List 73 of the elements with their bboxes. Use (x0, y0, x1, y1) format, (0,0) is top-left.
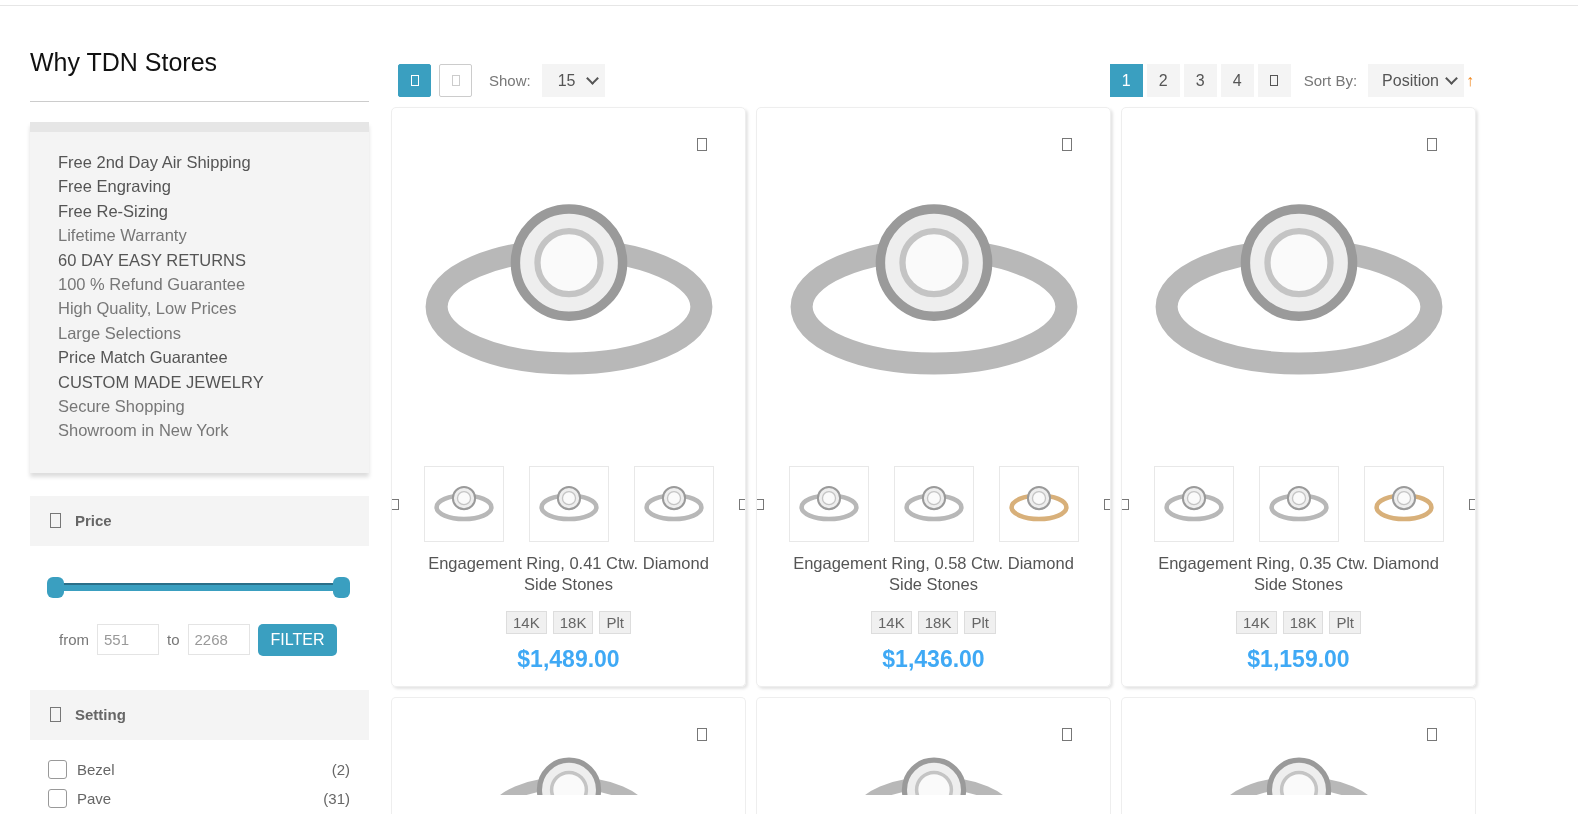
metal-option[interactable]: 18K (1282, 611, 1324, 634)
thumbnail[interactable] (423, 466, 504, 542)
product-card[interactable] (756, 697, 1111, 814)
filter-button[interactable]: FILTER (257, 623, 338, 656)
filter-header[interactable]: Price (30, 495, 369, 546)
product-card[interactable]: Engagement Ring, 0.35 Ctw. Diamond Side Stones 14K 18K Plt $1,159.00 (1121, 107, 1476, 687)
thumbnail[interactable] (1363, 466, 1444, 542)
slider-handle[interactable] (332, 576, 350, 598)
page-button[interactable]: 1 (1109, 64, 1143, 97)
product-price: $1,159.00 (1247, 646, 1350, 673)
view-mode-button[interactable] (439, 64, 472, 97)
checkbox[interactable] (48, 759, 67, 779)
sort-label: Sort By: (1303, 72, 1358, 89)
page-size-dropdown[interactable]: 15 (541, 64, 605, 97)
product-card[interactable] (391, 697, 746, 814)
feature-text: Showroom in New York (58, 420, 230, 442)
feature-text: High Quality, Low Prices (58, 298, 238, 320)
filter-title: Price (75, 512, 112, 530)
product-price: $1,489.00 (517, 646, 620, 673)
feature-text: 100 % Refund Guarantee (58, 274, 247, 296)
feature-text: Secure Shopping (58, 396, 186, 418)
metal-option[interactable]: 18K (552, 611, 594, 634)
feature-text: 60 DAY EASY RETURNS (58, 249, 247, 271)
min-price-field[interactable]: 551 (97, 624, 159, 656)
option-count: (2) (331, 760, 350, 778)
feature-text: Free Re-Sizing (58, 200, 170, 222)
metal-option[interactable]: 14K (506, 611, 547, 634)
square-icon (50, 707, 61, 723)
product-title[interactable]: Engagement Ring, 0.58 Ctw. Diamond Side Stones (778, 553, 1089, 595)
filter-title: Setting (75, 706, 126, 724)
metal-option[interactable]: Plt (599, 611, 631, 634)
metal-option[interactable]: Plt (964, 611, 996, 634)
metal-option[interactable]: Plt (1329, 611, 1361, 634)
from-label: from (59, 631, 89, 649)
square-icon (50, 513, 61, 529)
sidebar-title: Why TDN Stores (30, 47, 219, 78)
thumbnail[interactable] (633, 466, 714, 542)
thumbnail[interactable] (893, 466, 974, 542)
thumbnail[interactable] (1153, 466, 1234, 542)
to-label: to (167, 631, 180, 649)
feature-text: Lifetime Warranty (58, 225, 188, 247)
checkbox[interactable] (48, 788, 67, 808)
sort-dropdown[interactable]: Position (1368, 64, 1464, 97)
product-title[interactable]: Engagement Ring, 0.35 Ctw. Diamond Side Stones (1143, 553, 1454, 595)
max-price-field[interactable]: 2268 (187, 624, 250, 656)
view-mode-button[interactable] (398, 64, 431, 97)
slider-handle[interactable] (46, 576, 64, 598)
show-label: Show: (489, 72, 531, 89)
thumbnail[interactable] (788, 466, 869, 542)
feature-text: Large Selections (58, 322, 182, 344)
filter-header[interactable]: Setting (30, 689, 369, 740)
thumbnail[interactable] (1258, 466, 1339, 542)
option-label[interactable]: Pave (77, 789, 324, 807)
metal-option[interactable]: 14K (871, 611, 912, 634)
page-button[interactable]: 4 (1220, 64, 1254, 97)
thumbnail[interactable] (528, 466, 609, 542)
page-button[interactable]: 2 (1146, 64, 1180, 97)
option-count: (31) (323, 789, 350, 807)
metal-option[interactable]: 18K (917, 611, 959, 634)
product-card[interactable]: Engagement Ring, 0.41 Ctw. Diamond Side Stones 14K 18K Plt $1,489.00 (391, 107, 746, 687)
feature-text: CUSTOM MADE JEWELRY (58, 371, 265, 393)
feature-text: Price Match Guarantee (58, 347, 229, 369)
product-price: $1,436.00 (882, 646, 985, 673)
product-card[interactable]: Engagement Ring, 0.58 Ctw. Diamond Side Stones 14K 18K Plt $1,436.00 (756, 107, 1111, 687)
feature-text: Free 2nd Day Air Shipping (58, 152, 252, 173)
next-page-button[interactable] (1257, 64, 1291, 97)
metal-option[interactable]: 14K (1236, 611, 1277, 634)
thumbnail[interactable] (998, 466, 1079, 542)
option-label[interactable]: Bezel (77, 760, 332, 778)
feature-text: Free Engraving (58, 176, 172, 198)
page-button[interactable]: 3 (1183, 64, 1217, 97)
product-title[interactable]: Engagement Ring, 0.41 Ctw. Diamond Side Stones (413, 553, 724, 595)
product-card[interactable] (1121, 697, 1476, 814)
